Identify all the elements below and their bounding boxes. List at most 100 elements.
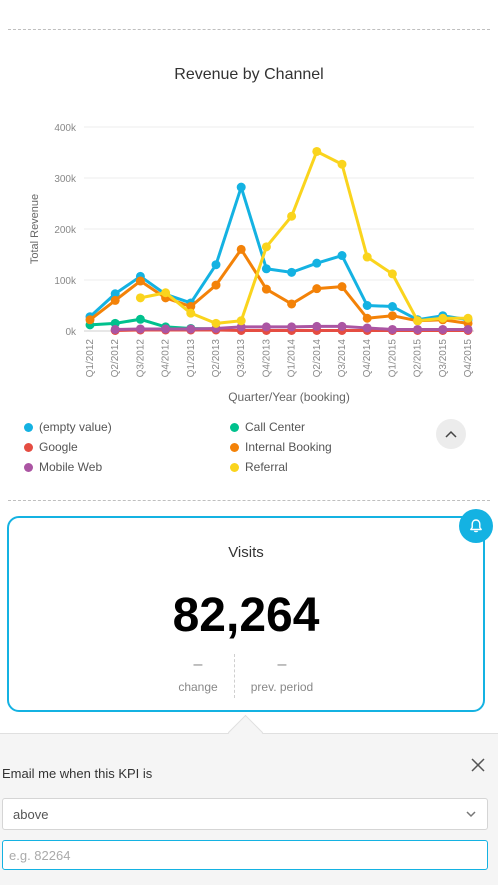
y-tick-label: 0k — [65, 327, 77, 338]
chevron-down-icon — [466, 811, 476, 818]
data-point-referral — [413, 316, 423, 326]
kpi-card[interactable]: Visits 82,264 – change – prev. period — [7, 516, 485, 712]
x-tick-label: Q1/2014 — [287, 339, 298, 378]
revenue-line-chart: 0k 100k 200k 300k 400k Q1/2012 Q2/2012 Q3/2012 Q… — [29, 123, 474, 404]
alert-label: Email me when this KPI is — [2, 766, 153, 781]
series-line-internal-booking — [88, 247, 470, 325]
data-point-mobile-web — [362, 323, 372, 333]
data-point-empty-value — [312, 258, 322, 268]
x-axis-title: Quarter/Year (booking) — [228, 390, 350, 404]
x-tick-label: Q3/2012 — [135, 339, 146, 378]
data-point-internal-booking — [135, 276, 145, 286]
data-point-internal-booking — [312, 284, 322, 294]
data-point-mobile-web — [261, 322, 271, 332]
legend-dot — [230, 462, 239, 472]
chevron-up-icon — [445, 430, 457, 438]
data-point-empty-value — [337, 251, 347, 261]
kpi-change-label: change — [178, 680, 218, 694]
legend-item-google[interactable]: Google — [24, 440, 78, 454]
legend-label: Internal Booking — [245, 440, 332, 454]
data-point-referral — [236, 316, 246, 326]
x-tick-label: Q2/2012 — [110, 339, 121, 378]
legend-dot — [24, 422, 33, 432]
legend-dot — [24, 442, 33, 452]
data-point-referral — [463, 313, 473, 323]
data-point-referral — [186, 308, 196, 318]
data-point-internal-booking — [337, 282, 347, 292]
alert-condition-value: above — [13, 807, 49, 822]
data-point-referral — [261, 242, 271, 252]
data-point-empty-value — [236, 182, 246, 192]
data-point-referral — [161, 288, 171, 298]
legend-dot — [230, 422, 239, 432]
alert-condition-select[interactable]: above — [2, 798, 488, 830]
data-point-referral — [312, 146, 322, 156]
chart-legend: (empty value) Call Center Google Interna… — [24, 420, 444, 484]
data-point-empty-value — [287, 267, 297, 277]
legend-item-call-center[interactable]: Call Center — [230, 420, 305, 434]
legend-collapse-button[interactable] — [436, 419, 466, 449]
data-point-mobile-web — [337, 321, 347, 331]
x-tick-label: Q2/2013 — [211, 339, 222, 378]
x-tick-label: Q4/2015 — [463, 339, 474, 378]
bell-icon — [470, 519, 482, 533]
legend-label: Referral — [245, 460, 288, 474]
data-point-internal-booking — [387, 311, 397, 321]
legend-item-referral[interactable]: Referral — [230, 460, 288, 474]
data-point-empty-value — [362, 301, 372, 310]
kpi-prev-label: prev. period — [250, 680, 314, 694]
legend-label: Call Center — [245, 420, 306, 434]
y-tick-label: 100k — [54, 276, 77, 287]
data-point-call-center — [135, 314, 145, 324]
kpi-title: Visits — [228, 544, 264, 561]
data-point-referral — [135, 293, 145, 303]
kpi-alert-button[interactable] — [459, 509, 493, 543]
legend-item-mobile-web[interactable]: Mobile Web — [24, 460, 102, 474]
x-tick-label: Q2/2014 — [312, 339, 323, 378]
legend-label: (empty value) — [39, 420, 112, 434]
y-axis-title: Total Revenue — [29, 194, 41, 264]
close-alert-button[interactable] — [470, 757, 490, 777]
x-tick-label: Q4/2012 — [161, 339, 172, 378]
data-point-internal-booking — [236, 244, 246, 254]
x-tick-label: Q2/2015 — [413, 339, 424, 378]
data-point-mobile-web — [463, 324, 473, 334]
close-icon — [471, 758, 485, 772]
x-tick-label: Q3/2015 — [438, 339, 449, 378]
alert-threshold-input[interactable] — [2, 840, 488, 870]
kpi-change: – change — [153, 656, 243, 694]
data-point-referral — [337, 159, 347, 169]
data-point-referral — [211, 318, 221, 328]
legend-item-empty-value[interactable]: (empty value) — [24, 420, 112, 434]
data-point-mobile-web — [438, 324, 448, 334]
y-tick-label: 300k — [54, 174, 77, 185]
series-line-empty-value — [88, 185, 470, 322]
kpi-prev-value: – — [277, 656, 287, 673]
x-tick-label: Q1/2013 — [186, 339, 197, 378]
legend-item-internal-booking[interactable]: Internal Booking — [230, 440, 332, 454]
kpi-value: 82,264 — [172, 589, 320, 642]
data-point-internal-booking — [261, 284, 271, 294]
x-tick-label: Q4/2014 — [362, 339, 373, 378]
data-point-mobile-web — [161, 324, 171, 334]
x-tick-label: Q3/2013 — [236, 339, 247, 378]
x-tick-label: Q3/2014 — [337, 339, 348, 378]
data-point-mobile-web — [110, 324, 120, 334]
data-point-internal-booking — [287, 299, 297, 309]
data-point-empty-value — [211, 260, 221, 270]
data-point-mobile-web — [186, 324, 196, 334]
data-point-internal-booking — [85, 315, 95, 325]
kpi-change-value: – — [193, 656, 203, 673]
y-tick-label: 200k — [54, 225, 77, 236]
data-point-referral — [438, 313, 448, 323]
x-tick-label: Q4/2013 — [261, 339, 272, 378]
chart-title: Revenue by Channel — [174, 66, 324, 83]
middle-separator — [8, 500, 490, 501]
legend-dot — [24, 462, 33, 472]
data-point-referral — [362, 252, 372, 262]
data-point-empty-value — [387, 302, 397, 312]
y-tick-label: 400k — [54, 123, 77, 134]
data-point-referral — [387, 269, 397, 279]
kpi-divider — [234, 654, 235, 698]
data-point-internal-booking — [110, 295, 120, 305]
